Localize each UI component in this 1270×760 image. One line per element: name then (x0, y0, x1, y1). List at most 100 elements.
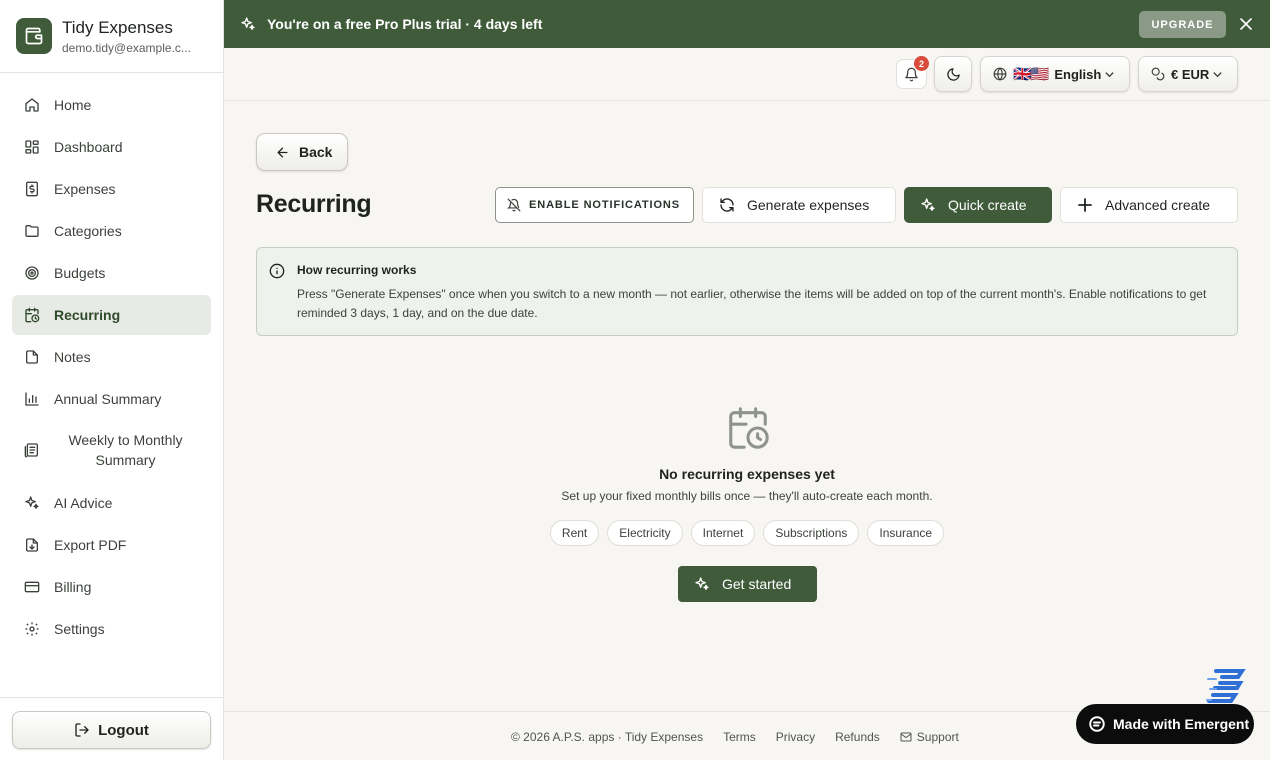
sidebar-nav: Home Dashboard Expenses Categories Budge… (0, 73, 223, 649)
sidebar-item-notes[interactable]: Notes (12, 337, 211, 377)
sidebar-item-export-pdf[interactable]: Export PDF (12, 525, 211, 565)
upgrade-button[interactable]: UPGRADE (1139, 11, 1226, 38)
sparkles-icon (24, 495, 40, 511)
mail-icon (900, 731, 912, 743)
document-list-icon (24, 442, 40, 458)
empty-state-title: No recurring expenses yet (659, 466, 835, 482)
wallet-icon (16, 18, 52, 54)
sidebar-item-label: Notes (54, 349, 91, 365)
chip-internet[interactable]: Internet (690, 520, 756, 546)
chevron-down-icon (1104, 69, 1115, 80)
back-label: Back (299, 144, 333, 160)
currency-label: € EUR (1171, 66, 1210, 82)
generate-expenses-button[interactable]: Generate expenses (702, 187, 896, 223)
file-download-icon (24, 537, 40, 553)
info-text: Press "Generate Expenses" once when you … (297, 287, 1207, 320)
sidebar-item-label: Export PDF (54, 537, 127, 553)
dashboard-icon (24, 139, 40, 155)
trial-message: You're on a free Pro Plus trial · 4 days… (267, 16, 543, 32)
quick-create-button[interactable]: Quick create (904, 187, 1052, 223)
chip-rent[interactable]: Rent (549, 520, 600, 546)
sidebar-item-label: Budgets (54, 265, 106, 281)
footer-privacy-link[interactable]: Privacy (776, 730, 815, 744)
chip-subscriptions[interactable]: Subscriptions (763, 520, 860, 546)
refresh-icon (719, 197, 735, 213)
sidebar-item-weekly-to-monthly-summary[interactable]: Weekly to Monthly Summary (12, 421, 211, 479)
footer-copyright: © 2026 A.P.S. apps · Tidy Expenses (511, 730, 704, 744)
arrow-left-icon (275, 145, 290, 160)
logout-button[interactable]: Logout (12, 711, 211, 749)
footer-support-link[interactable]: Support (900, 730, 959, 744)
advanced-create-label: Advanced create (1105, 197, 1211, 213)
back-button[interactable]: Back (256, 133, 348, 171)
sparkles-icon (240, 16, 256, 32)
logout-icon (74, 722, 90, 738)
sidebar-item-label: Categories (54, 223, 122, 239)
theme-toggle-button[interactable] (934, 56, 972, 92)
home-icon (24, 97, 40, 113)
sidebar-item-label: AI Advice (54, 495, 113, 511)
sidebar-item-ai-advice[interactable]: AI Advice (12, 483, 211, 523)
sidebar-item-expenses[interactable]: Expenses (12, 169, 211, 209)
footer-refunds-link[interactable]: Refunds (835, 730, 880, 744)
sparkles-icon (694, 576, 710, 592)
calendar-clock-icon (725, 405, 771, 451)
sidebar-item-budgets[interactable]: Budgets (12, 253, 211, 293)
get-started-button[interactable]: Get started (678, 566, 817, 602)
moon-icon (946, 67, 961, 82)
language-selector[interactable]: 🇬🇧🇺🇸 English (980, 56, 1130, 92)
emergent-label: Made with Emergent (1113, 716, 1250, 732)
footer-terms-link[interactable]: Terms (723, 730, 756, 744)
sidebar-item-recurring[interactable]: Recurring (12, 295, 211, 335)
sidebar-item-home[interactable]: Home (12, 85, 211, 125)
sidebar-item-label: Weekly to Monthly Summary (68, 432, 183, 468)
chip-insurance[interactable]: Insurance (867, 520, 945, 546)
plus-icon (1077, 197, 1093, 213)
sidebar-item-label: Home (54, 97, 92, 113)
sidebar-item-settings[interactable]: Settings (12, 609, 211, 649)
sidebar-item-label: Expenses (54, 181, 116, 197)
app-name: Tidy Expenses (62, 17, 173, 37)
chip-electricity[interactable]: Electricity (607, 520, 683, 546)
credit-card-icon (24, 579, 40, 595)
receipt-icon (24, 181, 40, 197)
bell-off-icon (506, 197, 522, 213)
sidebar-item-dashboard[interactable]: Dashboard (12, 127, 211, 167)
flag-icons: 🇬🇧🇺🇸 (1013, 66, 1049, 83)
trial-banner: You're on a free Pro Plus trial · 4 days… (224, 0, 1270, 48)
enable-notifications-label: ENABLE NOTIFICATIONS (529, 199, 681, 211)
close-icon[interactable] (1238, 16, 1254, 32)
generate-expenses-label: Generate expenses (747, 197, 870, 213)
emergent-logo-icon (1088, 715, 1106, 733)
speed-lines-logo-icon (1206, 667, 1248, 705)
sidebar-item-annual-summary[interactable]: Annual Summary (12, 379, 211, 419)
language-label: English (1054, 66, 1102, 82)
sidebar-item-label: Dashboard (54, 139, 123, 155)
logout-label: Logout (98, 721, 149, 739)
brand-header: Tidy Expenses demo.tidy@example.c... (0, 0, 223, 73)
enable-notifications-button[interactable]: ENABLE NOTIFICATIONS (495, 187, 694, 223)
chevron-down-icon (1212, 69, 1223, 80)
empty-state-subtitle: Set up your fixed monthly bills once — t… (561, 489, 933, 503)
sidebar-footer: Logout (0, 697, 223, 760)
recurring-info-alert: How recurring works Press "Generate Expe… (256, 247, 1238, 336)
gear-icon (24, 621, 40, 637)
folder-icon (24, 223, 40, 239)
note-icon (24, 349, 40, 365)
sidebar-item-label: Annual Summary (54, 391, 162, 407)
sparkles-icon (920, 197, 936, 213)
suggestion-chips: Rent Electricity Internet Subscriptions … (256, 520, 1238, 546)
sidebar-item-billing[interactable]: Billing (12, 567, 211, 607)
sidebar-item-categories[interactable]: Categories (12, 211, 211, 251)
made-with-emergent-badge[interactable]: Made with Emergent (1076, 704, 1254, 744)
advanced-create-button[interactable]: Advanced create (1060, 187, 1238, 223)
notification-count-badge: 2 (914, 56, 929, 71)
info-icon (269, 263, 285, 279)
currency-selector[interactable]: € EUR (1138, 56, 1238, 92)
footer-support-label: Support (916, 730, 959, 744)
info-title: How recurring works (297, 263, 417, 277)
coins-icon (1151, 67, 1165, 81)
target-icon (24, 265, 40, 281)
page-title: Recurring (256, 190, 372, 218)
calendar-clock-icon (24, 307, 40, 323)
